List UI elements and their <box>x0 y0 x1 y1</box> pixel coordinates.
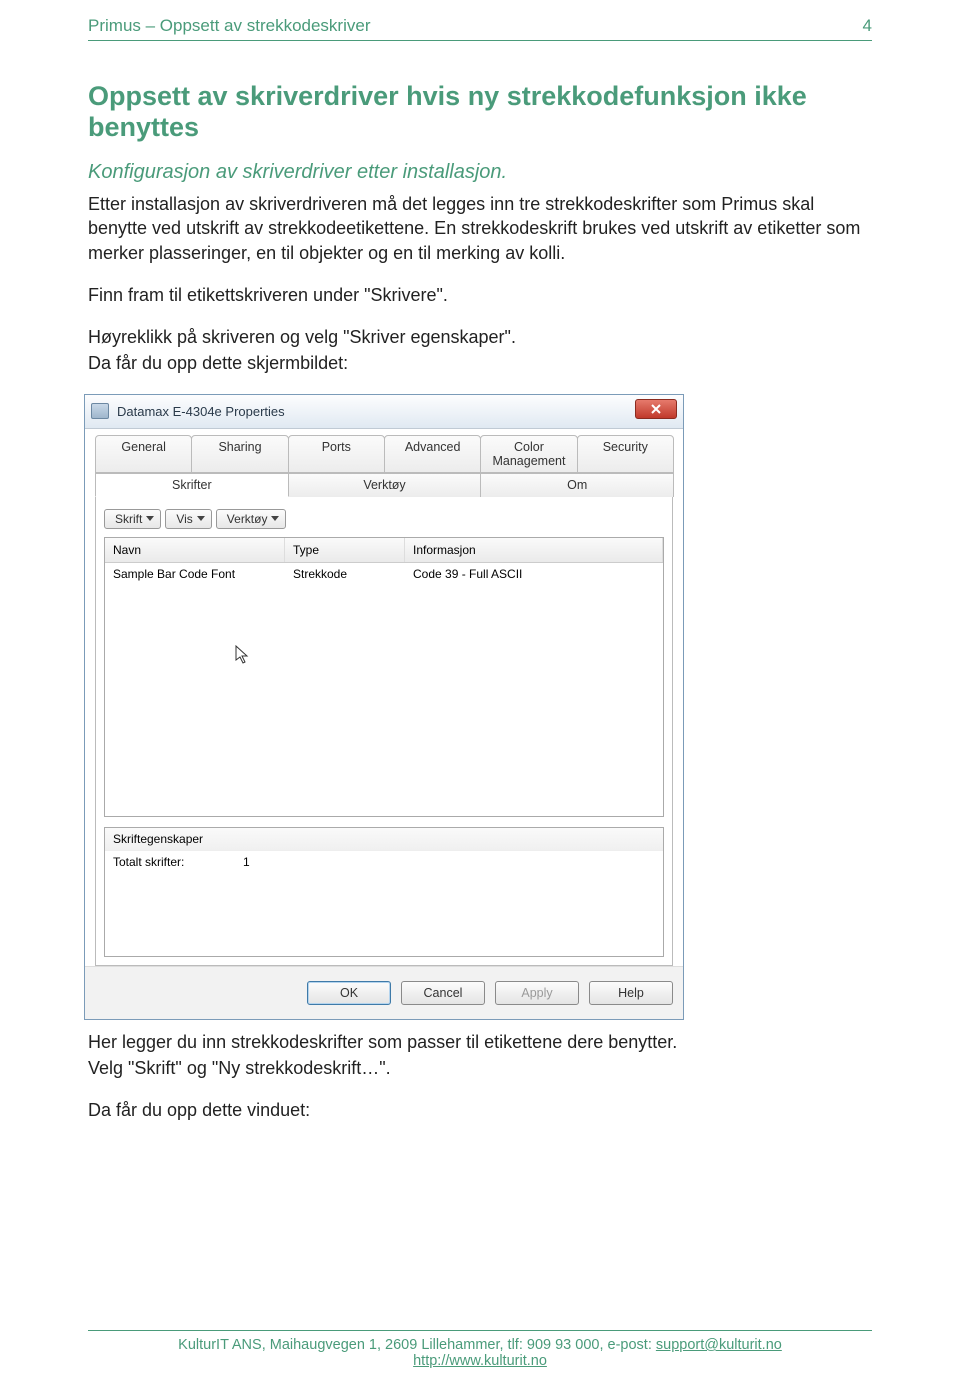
font-properties-title: Skriftegenskaper <box>105 828 663 851</box>
tab-ports[interactable]: Ports <box>288 435 385 473</box>
close-icon <box>650 403 662 415</box>
page-footer: KulturIT ANS, Maihaugvegen 1, 2609 Lille… <box>88 1330 872 1369</box>
help-button[interactable]: Help <box>589 981 673 1005</box>
heading-1: Oppsett av skriverdriver hvis ny strekko… <box>88 81 872 143</box>
grid-row[interactable]: Sample Bar Code Font Strekkode Code 39 -… <box>105 563 663 585</box>
column-informasjon[interactable]: Informasjon <box>405 538 663 562</box>
paragraph-6: Velg "Skrift" og "Ny strekkodeskrift…". <box>88 1056 872 1080</box>
footer-text: KulturIT ANS, Maihaugvegen 1, 2609 Lille… <box>178 1337 656 1353</box>
toolbar-verktoy-label: Verktøy <box>227 512 268 526</box>
total-fonts-label: Totalt skrifter: <box>113 855 243 869</box>
fonts-grid[interactable]: Navn Type Informasjon Sample Bar Code Fo… <box>104 537 664 817</box>
tab-skrifter[interactable]: Skrifter <box>95 473 289 497</box>
properties-dialog: Datamax E-4304e Properties General Shari… <box>84 394 684 1020</box>
dialog-toolbar: Skrift Vis Verktøy <box>104 505 664 537</box>
printer-icon <box>91 403 109 419</box>
paragraph-5: Her legger du inn strekkodeskrifter som … <box>88 1030 872 1054</box>
apply-button[interactable]: Apply <box>495 981 579 1005</box>
heading-2: Konfigurasjon av skriverdriver etter ins… <box>88 161 872 184</box>
paragraph-3: Høyreklikk på skriveren og velg "Skriver… <box>88 325 872 349</box>
tab-row-top: General Sharing Ports Advanced Color Man… <box>95 435 673 473</box>
cell-name: Sample Bar Code Font <box>105 563 285 585</box>
tab-general[interactable]: General <box>95 435 192 473</box>
toolbar-skrift-button[interactable]: Skrift <box>104 509 161 529</box>
font-properties-box: Skriftegenskaper Totalt skrifter: 1 <box>104 827 664 957</box>
column-type[interactable]: Type <box>285 538 405 562</box>
tab-verktoy[interactable]: Verktøy <box>288 473 482 497</box>
ok-button[interactable]: OK <box>307 981 391 1005</box>
dialog-title: Datamax E-4304e Properties <box>117 404 285 419</box>
paragraph-4: Da får du opp dette skjermbildet: <box>88 351 872 375</box>
toolbar-verktoy-button[interactable]: Verktøy <box>216 509 287 529</box>
chevron-down-icon <box>197 516 205 521</box>
chevron-down-icon <box>146 516 154 521</box>
dialog-button-row: OK Cancel Apply Help <box>85 966 683 1019</box>
page-header: Primus – Oppsett av strekkodeskriver 4 <box>88 0 872 36</box>
toolbar-vis-button[interactable]: Vis <box>165 509 211 529</box>
paragraph-7: Da får du opp dette vinduet: <box>88 1098 872 1122</box>
chevron-down-icon <box>271 516 279 521</box>
cursor-icon <box>235 645 251 665</box>
footer-url-link[interactable]: http://www.kulturit.no <box>88 1353 872 1369</box>
paragraph-2: Finn fram til etikettskriveren under "Sk… <box>88 283 872 307</box>
tab-security[interactable]: Security <box>577 435 674 473</box>
footer-email-link[interactable]: support@kulturit.no <box>656 1337 782 1353</box>
total-fonts-value: 1 <box>243 855 250 869</box>
paragraph-1: Etter installasjon av skriverdriveren må… <box>88 192 872 265</box>
header-rule <box>88 40 872 41</box>
toolbar-vis-label: Vis <box>176 512 192 526</box>
cancel-button[interactable]: Cancel <box>401 981 485 1005</box>
tab-sharing[interactable]: Sharing <box>191 435 288 473</box>
cell-info: Code 39 - Full ASCII <box>405 563 663 585</box>
tab-advanced[interactable]: Advanced <box>384 435 481 473</box>
tab-om[interactable]: Om <box>480 473 674 497</box>
column-navn[interactable]: Navn <box>105 538 285 562</box>
tab-color-management[interactable]: Color Management <box>480 435 577 473</box>
page-number: 4 <box>863 16 872 36</box>
cell-type: Strekkode <box>285 563 405 585</box>
grid-header: Navn Type Informasjon <box>105 538 663 563</box>
dialog-body: Skrift Vis Verktøy Navn Type <box>95 497 673 966</box>
tab-row-bottom: Skrifter Verktøy Om <box>95 473 673 497</box>
close-button[interactable] <box>635 399 677 419</box>
header-title: Primus – Oppsett av strekkodeskriver <box>88 16 370 36</box>
dialog-titlebar: Datamax E-4304e Properties <box>85 395 683 429</box>
toolbar-skrift-label: Skrift <box>115 512 142 526</box>
